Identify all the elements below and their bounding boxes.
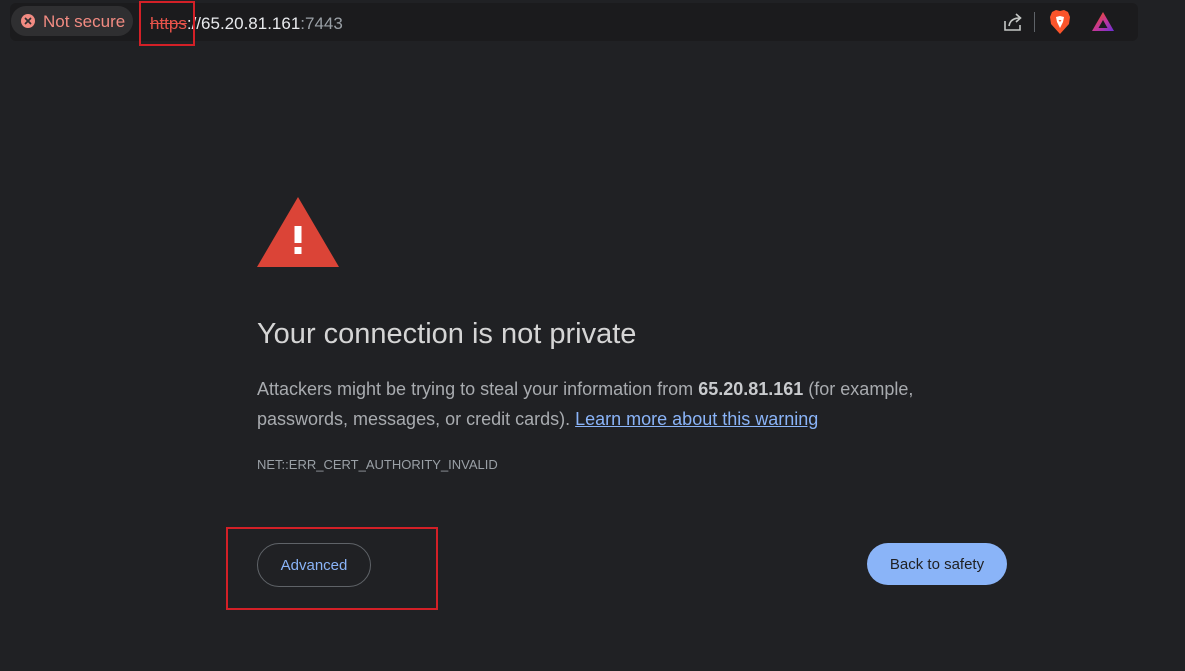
error-code: NET::ERR_CERT_AUTHORITY_INVALID <box>257 457 498 472</box>
url-port: :7443 <box>300 14 343 33</box>
description-text: Attackers might be trying to steal your … <box>257 379 699 399</box>
brave-rewards-icon[interactable] <box>1091 11 1115 38</box>
url-separator: :// <box>186 14 202 33</box>
browser-toolbar: Not secure https://65.20.81.161:7443 <box>0 0 1185 47</box>
warning-description: Attackers might be trying to steal your … <box>257 374 987 434</box>
security-label: Not secure <box>43 12 126 31</box>
warning-icon <box>256 196 340 273</box>
toolbar-divider <box>1034 12 1035 32</box>
learn-more-link[interactable]: Learn more about this warning <box>575 409 818 429</box>
brave-shields-icon[interactable] <box>1049 9 1071 40</box>
address-bar[interactable]: Not secure https://65.20.81.161:7443 <box>10 3 1138 41</box>
share-icon[interactable] <box>1002 11 1024 38</box>
security-indicator[interactable]: Not secure <box>11 6 133 36</box>
page-title: Your connection is not private <box>257 318 637 350</box>
advanced-button[interactable]: Advanced <box>257 543 371 587</box>
back-to-safety-button[interactable]: Back to safety <box>867 543 1007 585</box>
description-host: 65.20.81.161 <box>698 379 804 399</box>
url-text[interactable]: https://65.20.81.161:7443 <box>150 14 343 34</box>
url-host: 65.20.81.161 <box>201 14 301 33</box>
not-secure-icon <box>21 14 35 28</box>
url-scheme: https <box>150 14 187 33</box>
